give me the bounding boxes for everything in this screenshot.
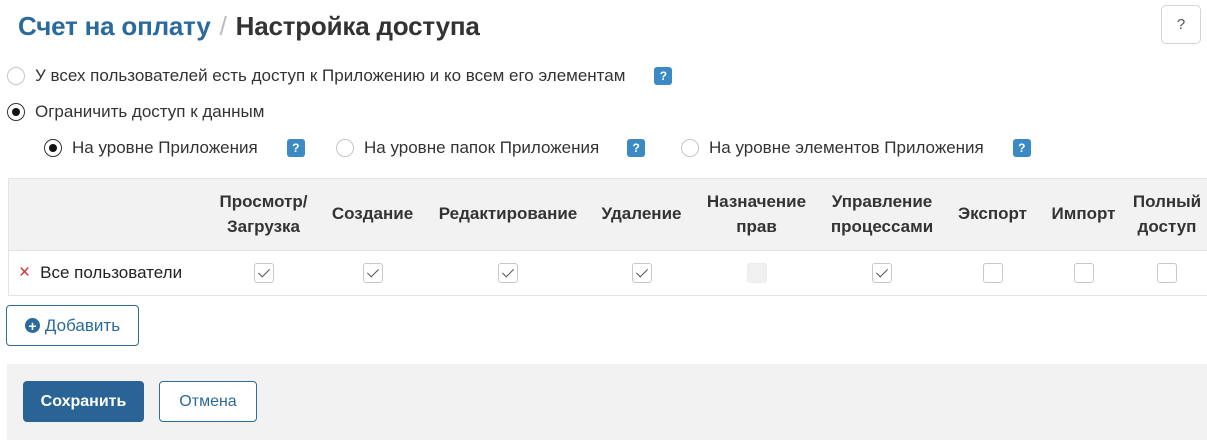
checkbox-export[interactable]	[982, 263, 1003, 284]
radio-restrict[interactable]	[7, 103, 25, 121]
user-name: Все пользователи	[40, 263, 183, 282]
level-app-label: На уровне Приложения	[72, 138, 258, 157]
radio-level-folders[interactable]	[336, 139, 354, 157]
checkbox-view[interactable]	[253, 263, 274, 284]
save-button[interactable]: Сохранить	[23, 381, 144, 422]
column-header: Управление процессами	[819, 178, 945, 251]
checkbox-delete[interactable]	[631, 263, 652, 284]
option-all-users[interactable]: У всех пользователей есть доступ к Прило…	[7, 66, 673, 86]
level-elements-label: На уровне элементов Приложения	[709, 138, 984, 157]
option-all-users-label: У всех пользователей есть доступ к Прило…	[35, 66, 626, 85]
column-header: Редактирование	[426, 178, 590, 251]
table-row: × Все пользователи	[8, 250, 1207, 296]
user-cell: × Все пользователи	[8, 250, 209, 296]
help-badge-icon[interactable]: ?	[627, 139, 646, 157]
column-header: Экспорт	[944, 178, 1041, 251]
radio-level-elements[interactable]	[681, 139, 699, 157]
help-badge-icon[interactable]: ?	[1012, 139, 1031, 157]
permissions-table: Просмотр/Загрузка Создание Редактировани…	[8, 178, 1207, 296]
checkbox-import[interactable]	[1073, 263, 1094, 284]
cancel-button[interactable]: Отмена	[159, 381, 257, 422]
help-badge-icon[interactable]: ?	[654, 67, 673, 85]
column-header: Удаление	[589, 178, 694, 251]
plus-circle-icon: +	[24, 318, 40, 333]
page-title: Настройка доступа	[235, 10, 480, 41]
radio-all-users[interactable]	[7, 67, 25, 85]
add-button[interactable]: + Добавить	[6, 305, 139, 346]
breadcrumb: Счет на оплату / Настройка доступа	[18, 8, 480, 44]
column-header: Просмотр/Загрузка	[208, 178, 319, 251]
level-folders[interactable]: На уровне папок Приложения ?	[336, 138, 646, 158]
breadcrumb-parent-link[interactable]: Счет на оплату	[18, 11, 211, 42]
footer-bar: Сохранить Отмена	[7, 364, 1207, 440]
checkbox-manage-processes[interactable]	[872, 263, 892, 284]
table-header-row: Просмотр/Загрузка Создание Редактировани…	[8, 178, 1207, 251]
option-restrict-label: Ограничить доступ к данным	[35, 102, 265, 121]
option-restrict[interactable]: Ограничить доступ к данным	[7, 102, 264, 122]
question-icon: ?	[1176, 16, 1186, 33]
add-button-label: Добавить	[44, 315, 121, 335]
checkbox-edit[interactable]	[498, 263, 518, 284]
radio-level-app[interactable]	[44, 139, 62, 157]
breadcrumb-separator: /	[219, 10, 227, 41]
column-header: Импорт	[1040, 178, 1127, 251]
checkbox-full-access[interactable]	[1157, 263, 1177, 284]
remove-icon[interactable]: ×	[19, 262, 30, 283]
checkbox-create[interactable]	[362, 263, 383, 284]
header-user	[8, 178, 209, 251]
column-header: Создание	[318, 178, 427, 251]
checkbox-assign-rights	[746, 263, 767, 284]
column-header: Полный доступ	[1126, 178, 1207, 251]
level-folders-label: На уровне папок Приложения	[364, 138, 600, 157]
help-badge-icon[interactable]: ?	[286, 139, 305, 157]
help-button[interactable]: ?	[1161, 5, 1201, 44]
level-app[interactable]: На уровне Приложения ?	[44, 138, 305, 158]
level-elements[interactable]: На уровне элементов Приложения ?	[681, 138, 1031, 158]
column-header: Назначение прав	[693, 178, 820, 251]
